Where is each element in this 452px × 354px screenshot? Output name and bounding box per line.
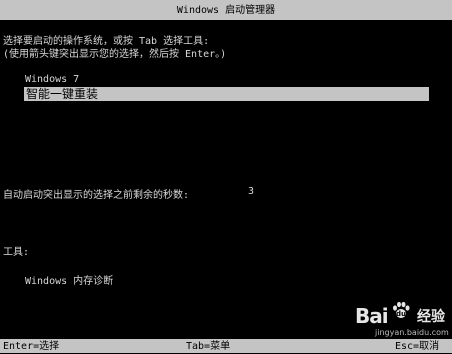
watermark-suffix-text: 经验 (417, 309, 445, 325)
footer-esc-hint: Esc=取消 (395, 341, 440, 352)
tool-item-memory-diagnostic[interactable]: Windows 内存诊断 (25, 272, 113, 287)
footer-enter-hint: Enter=选择 (3, 341, 60, 352)
tools-heading: 工具: (3, 247, 30, 258)
bottom-bar: Enter=选择 Tab=菜单 Esc=取消 (0, 339, 452, 353)
baidu-jingyan-watermark: Bai du 经验 jingyan.baidu.com (355, 300, 449, 342)
window-title: Windows 启动管理器 (176, 5, 276, 16)
os-item-windows-7[interactable]: Windows 7 (25, 74, 79, 85)
footer-tab-hint: Tab=菜单 (186, 341, 231, 352)
prompt-line-2: (使用箭头键突出显示您的选择，然后按 Enter。) (3, 49, 227, 60)
countdown-label: 自动启动突出显示的选择之前剩余的秒数: (3, 190, 190, 201)
countdown-value: 3 (248, 186, 255, 197)
watermark-logo-text: Bai (355, 304, 389, 328)
svg-text:du: du (396, 310, 406, 318)
title-bar: Windows 启动管理器 (0, 0, 452, 20)
paw-icon: du (393, 301, 410, 318)
os-item-one-click-reinstall[interactable]: 智能一键重装 (24, 87, 429, 101)
watermark-url: jingyan.baidu.com (375, 328, 449, 337)
